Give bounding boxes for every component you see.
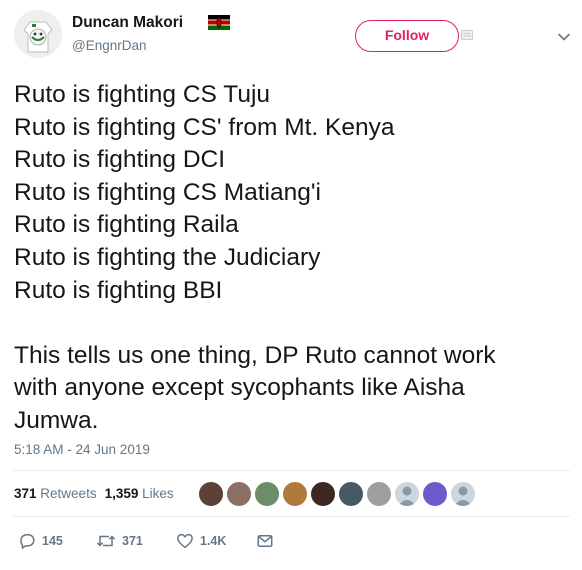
- author-handle[interactable]: @EngnrDan: [72, 38, 147, 53]
- divider: [12, 516, 570, 517]
- retweets-stat[interactable]: 371 Retweets: [14, 486, 97, 501]
- liker-avatar[interactable]: [254, 481, 280, 507]
- tweet-header: Duncan Makori @EngnrDan Follow: [0, 0, 582, 70]
- liker-avatar[interactable]: [198, 481, 224, 507]
- reply-icon: [20, 533, 35, 549]
- liker-avatar[interactable]: [422, 481, 448, 507]
- author-name[interactable]: Duncan Makori: [72, 14, 183, 32]
- heart-icon: [177, 533, 193, 549]
- liker-avatar[interactable]: [450, 481, 476, 507]
- direct-message-button[interactable]: [256, 530, 280, 552]
- likes-stat[interactable]: 1,359 Likes: [105, 486, 174, 501]
- retweet-count: 371: [122, 534, 143, 548]
- follow-badge-icon: [461, 30, 473, 40]
- engagement-stats: 371 Retweets 1,359 Likes: [14, 486, 174, 501]
- liker-avatar[interactable]: [282, 481, 308, 507]
- likes-label: Likes: [142, 486, 174, 501]
- message-icon: [257, 535, 273, 547]
- divider: [12, 470, 570, 471]
- reply-button[interactable]: 145: [18, 530, 63, 552]
- reply-count: 145: [42, 534, 63, 548]
- tweet-text: Ruto is fighting CS Tuju Ruto is fightin…: [14, 81, 496, 434]
- retweet-icon: [96, 535, 116, 547]
- kenya-flag-icon: [208, 15, 230, 30]
- liker-avatar[interactable]: [338, 481, 364, 507]
- retweets-label: Retweets: [40, 486, 97, 501]
- retweets-count: 371: [14, 486, 37, 501]
- liker-avatar[interactable]: [394, 481, 420, 507]
- liker-avatar[interactable]: [310, 481, 336, 507]
- retweet-button[interactable]: 371: [96, 530, 143, 552]
- liker-avatar[interactable]: [366, 481, 392, 507]
- tweet-timestamp[interactable]: 5:18 AM - 24 Jun 2019: [14, 442, 150, 457]
- chevron-down-icon[interactable]: [558, 33, 570, 41]
- like-count: 1.4K: [200, 534, 227, 548]
- liker-avatar[interactable]: [226, 481, 252, 507]
- follow-button[interactable]: Follow: [355, 20, 459, 52]
- author-avatar[interactable]: [14, 10, 62, 58]
- tweet-actions: 145 371 1.4K: [14, 530, 574, 552]
- likes-count: 1,359: [104, 486, 139, 501]
- like-button[interactable]: 1.4K: [176, 530, 226, 552]
